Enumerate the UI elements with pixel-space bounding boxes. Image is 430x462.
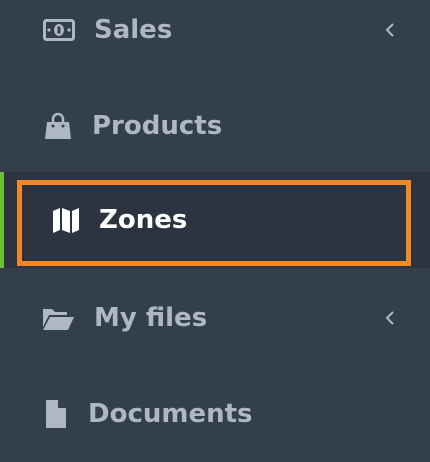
sidebar-item-label: Sales [94, 15, 173, 45]
shopping-bag-icon [40, 112, 76, 140]
sidebar-nav: Sales Products Zones My files Documents [0, 0, 430, 462]
sidebar-item-documents[interactable]: Documents [0, 366, 430, 462]
active-indicator [0, 172, 4, 268]
chevron-left-icon[interactable] [382, 307, 398, 329]
folder-open-icon [40, 304, 76, 332]
document-icon [38, 400, 74, 428]
money-icon [41, 16, 77, 44]
chevron-left-icon[interactable] [382, 19, 398, 41]
sidebar-item-label: My files [94, 303, 208, 333]
sidebar-item-my-files[interactable]: My files [0, 270, 430, 366]
sidebar-item-zones[interactable]: Zones [0, 172, 430, 268]
map-icon [48, 206, 84, 234]
sidebar-item-label: Documents [88, 399, 253, 429]
sidebar-item-label: Products [92, 111, 223, 141]
sidebar-item-products[interactable]: Products [0, 78, 430, 174]
sidebar-item-sales[interactable]: Sales [0, 0, 430, 78]
sidebar-item-label: Zones [99, 205, 188, 235]
